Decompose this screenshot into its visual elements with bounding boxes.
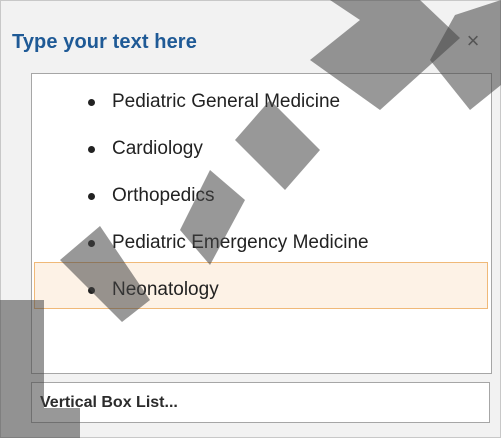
layout-name-label: Vertical Box List... — [40, 394, 178, 411]
list-item-label: Orthopedics — [112, 185, 215, 206]
bullet-icon — [88, 193, 95, 200]
list-item-label: Cardiology — [112, 138, 203, 159]
list-item-label: Pediatric General Medicine — [112, 91, 341, 112]
bullet-list: Pediatric General Medicine Cardiology Or… — [32, 74, 491, 309]
text-pane: Type your text here × Pediatric General … — [0, 0, 501, 438]
layout-name-link[interactable]: Vertical Box List... — [31, 382, 490, 423]
list-item[interactable]: Pediatric Emergency Medicine — [32, 215, 491, 262]
bullet-icon — [88, 240, 95, 247]
list-item-selected[interactable]: Neonatology — [34, 262, 488, 309]
list-item[interactable]: Orthopedics — [32, 168, 491, 215]
bullet-text-box[interactable]: Pediatric General Medicine Cardiology Or… — [31, 73, 492, 374]
bullet-icon — [88, 99, 95, 106]
list-item-label: Pediatric Emergency Medicine — [112, 232, 369, 253]
bullet-icon — [88, 287, 95, 294]
close-icon[interactable]: × — [462, 28, 484, 54]
bullet-icon — [88, 146, 95, 153]
list-item[interactable]: Pediatric General Medicine — [32, 74, 491, 121]
pane-title: Type your text here — [12, 31, 197, 53]
list-item[interactable]: Cardiology — [32, 121, 491, 168]
list-item-label: Neonatology — [112, 279, 219, 300]
